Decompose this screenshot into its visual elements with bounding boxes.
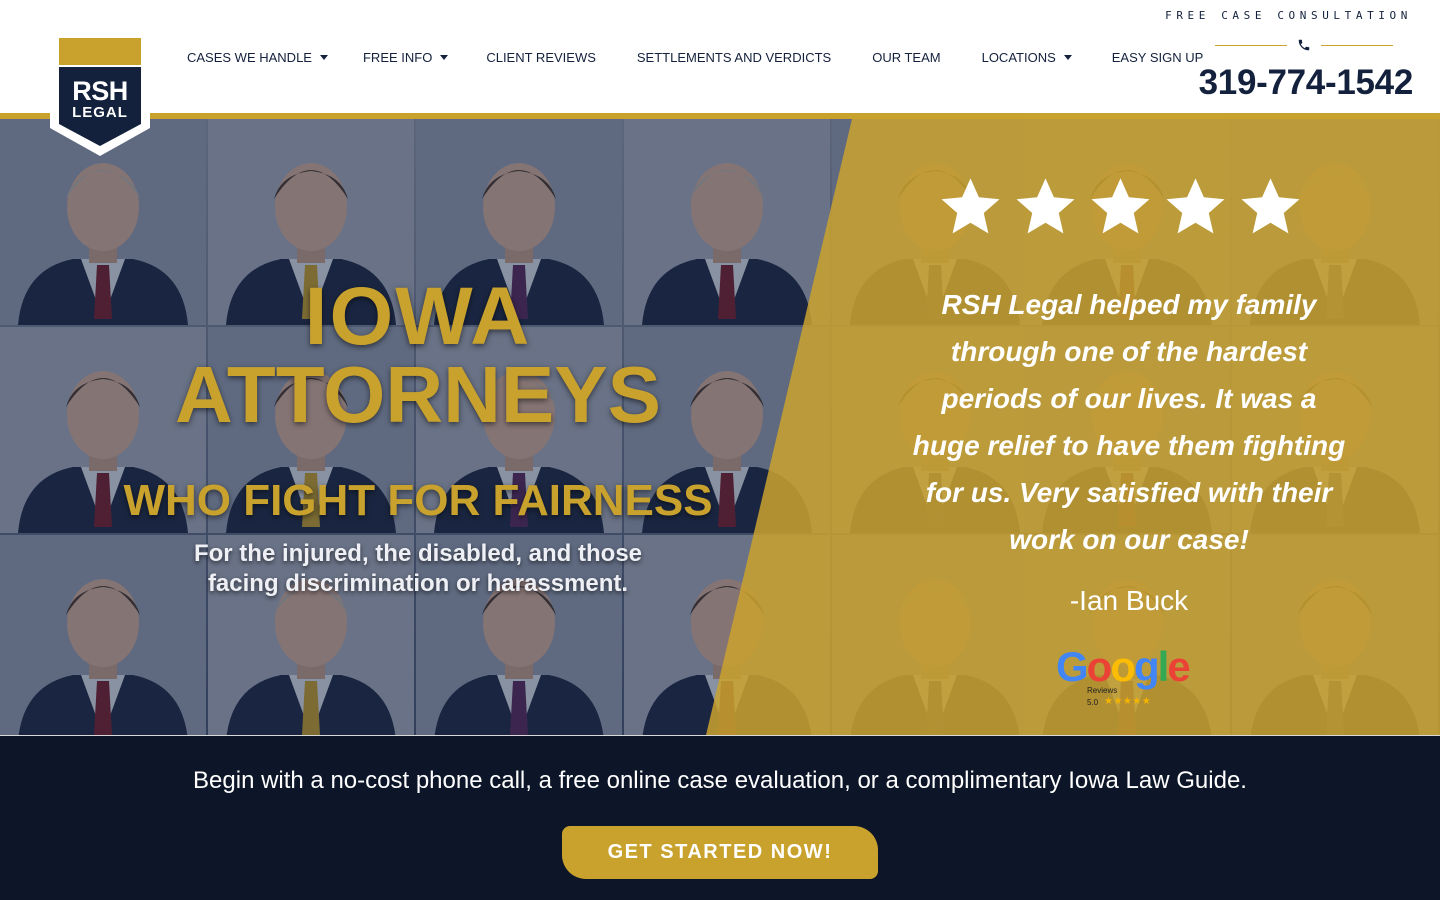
google-logo: Google <box>1056 643 1191 690</box>
star-icon <box>1241 178 1300 234</box>
subheadline-line: For the injured, the disabled, and those <box>193 540 643 567</box>
nav-easy-sign-up[interactable]: EASY SIGN UP <box>1112 50 1204 65</box>
divider-line <box>1321 45 1393 46</box>
subheadline-line: facing discrimination or harassment. <box>207 570 629 597</box>
nav-settlements-verdicts[interactable]: SETTLEMENTS AND VERDICTS <box>637 50 831 65</box>
nav-label: OUR TEAM <box>872 49 941 65</box>
nav-label: FREE INFO <box>362 49 433 65</box>
nav-label: EASY SIGN UP <box>1111 49 1204 65</box>
star-icon <box>1091 178 1150 234</box>
nav-client-reviews[interactable]: CLIENT REVIEWS <box>486 50 596 65</box>
google-rating-value: 5.0 <box>1087 698 1099 707</box>
google-reviews-label: Reviews <box>1087 686 1118 695</box>
free-consultation-label: FREE CASE CONSULTATION <box>1165 9 1412 22</box>
chevron-down-icon <box>440 54 449 60</box>
nav-free-info[interactable]: FREE INFO <box>362 49 449 65</box>
nav-label: LOCATIONS <box>981 49 1056 65</box>
testimonial-author: -Ian Buck <box>1069 585 1189 616</box>
five-star-rating <box>938 174 1303 239</box>
logo-text-legal: LEGAL <box>72 104 128 121</box>
star-icon <box>1016 178 1075 234</box>
quote-line: work on our case! <box>1009 524 1249 555</box>
chevron-down-icon <box>1063 54 1072 60</box>
get-started-button[interactable]: GET STARTED NOW! <box>562 826 878 879</box>
cta-bar: Begin with a no-cost phone call, a free … <box>0 735 1440 900</box>
logo-text-rsh: RSH <box>72 76 128 106</box>
phone-number-link[interactable]: 319-774-1542 <box>1199 63 1414 103</box>
quote-line: for us. Very satisfied with their <box>925 477 1333 508</box>
hero-subheadline: For the injured, the disabled, and those… <box>0 539 836 599</box>
quote-line: RSH Legal helped my family <box>941 289 1317 320</box>
nav-cases-we-handle[interactable]: CASES WE HANDLE <box>187 50 328 65</box>
headline-fight-for-fairness: WHO FIGHT FOR FAIRNESS <box>123 476 713 525</box>
nav-our-team[interactable]: OUR TEAM <box>872 50 940 65</box>
rsh-legal-logo[interactable]: RSH LEGAL <box>50 38 150 156</box>
testimonial-quote: RSH Legal helped my family through one o… <box>890 281 1368 563</box>
nav-label: CASES WE HANDLE <box>187 49 312 65</box>
quote-line: huge relief to have them fighting <box>912 430 1346 461</box>
quote-line: through one of the hardest <box>950 336 1308 367</box>
headline-attorneys: ATTORNEYS <box>175 350 661 439</box>
site-header: CASES WE HANDLE FREE INFO CLIENT REVIEWS… <box>0 0 1440 115</box>
phone-divider <box>1215 38 1393 52</box>
google-rating-stars: ★★★★★ <box>1104 696 1152 707</box>
google-reviews-badge[interactable]: Google Reviews 5.0 ★★★★★ <box>1056 646 1202 712</box>
nav-locations[interactable]: LOCATIONS <box>982 50 1072 65</box>
nav-label: SETTLEMENTS AND VERDICTS <box>636 49 832 65</box>
cta-description: Begin with a no-cost phone call, a free … <box>193 767 1247 794</box>
hero-banner: IOWA ATTORNEYS WHO FIGHT FOR FAIRNESS Fo… <box>0 119 1440 735</box>
star-icon <box>1166 178 1225 234</box>
quote-line: periods of our lives. It was a <box>941 383 1317 414</box>
headline-iowa: IOWA <box>304 271 532 362</box>
phone-icon <box>1297 38 1311 57</box>
main-nav: CASES WE HANDLE FREE INFO CLIENT REVIEWS… <box>187 48 1203 66</box>
nav-label: CLIENT REVIEWS <box>486 49 596 65</box>
chevron-down-icon <box>319 54 328 60</box>
divider-line <box>1215 45 1287 46</box>
star-icon <box>941 178 1000 234</box>
